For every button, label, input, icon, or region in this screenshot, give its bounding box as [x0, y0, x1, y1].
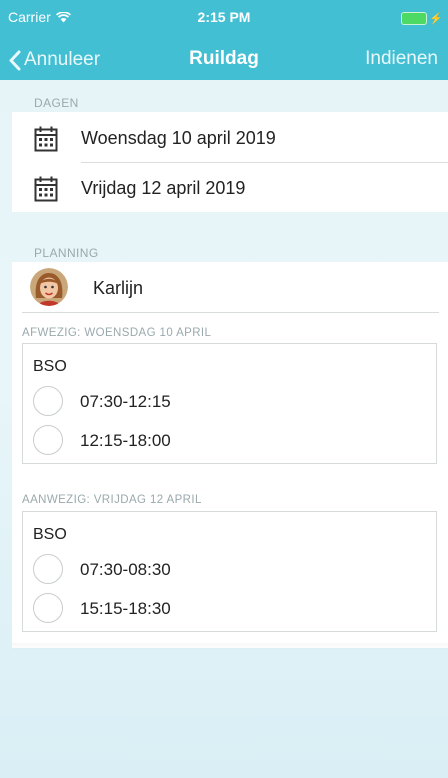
days-list: Woensdag 10 april 2019 Vrijdag 12 april …: [12, 112, 448, 212]
status-time: 2:15 PM: [197, 9, 251, 25]
avatar: [30, 268, 68, 306]
divider: [22, 312, 439, 313]
section-header-dagen: DAGEN: [34, 96, 79, 110]
battery-icon: [401, 12, 428, 25]
present-header: AANWEZIG: VRIJDAG 12 APRIL: [22, 494, 202, 506]
radio-button[interactable]: [33, 554, 63, 584]
battery-indicator: ⚡: [401, 12, 443, 25]
time-slot-label: 12:15-18:00: [80, 431, 171, 450]
time-slot-option[interactable]: 07:30-08:30: [33, 554, 413, 586]
time-slot-option[interactable]: 15:15-18:30: [33, 593, 413, 625]
charging-icon: ⚡: [429, 13, 443, 25]
time-slot-option[interactable]: 12:15-18:00: [33, 425, 413, 457]
content-shadow: [12, 643, 448, 651]
day-label: Woensdag 10 april 2019: [81, 128, 276, 148]
day-label: Vrijdag 12 april 2019: [81, 178, 246, 198]
group-label: BSO: [33, 526, 67, 543]
radio-button[interactable]: [33, 425, 63, 455]
absent-card: BSO 07:30-12:15 12:15-18:00: [22, 343, 437, 464]
calendar-icon: [34, 126, 58, 152]
absent-header: AFWEZIG: WOENSDAG 10 APRIL: [22, 327, 212, 339]
day-item[interactable]: Woensdag 10 april 2019: [12, 114, 448, 162]
divider: [81, 162, 448, 163]
radio-button[interactable]: [33, 593, 63, 623]
day-item[interactable]: Vrijdag 12 april 2019: [12, 164, 448, 212]
group-label: BSO: [33, 358, 67, 375]
time-slot-option[interactable]: 07:30-12:15: [33, 386, 413, 418]
time-slot-label: 15:15-18:30: [80, 599, 171, 618]
child-row: Karlijn: [12, 262, 448, 312]
status-bar: Carrier 2:15 PM ⚡: [0, 0, 448, 40]
submit-button[interactable]: Indienen: [365, 48, 438, 70]
time-slot-label: 07:30-12:15: [80, 392, 171, 411]
child-name: Karlijn: [93, 278, 144, 298]
radio-button[interactable]: [33, 386, 63, 416]
section-header-planning: PLANNING: [34, 246, 99, 260]
navigation-bar: Annuleer Ruildag Indienen: [0, 40, 448, 80]
time-slot-label: 07:30-08:30: [80, 560, 171, 579]
present-card: BSO 07:30-08:30 15:15-18:30: [22, 511, 437, 632]
calendar-icon: [34, 176, 58, 202]
